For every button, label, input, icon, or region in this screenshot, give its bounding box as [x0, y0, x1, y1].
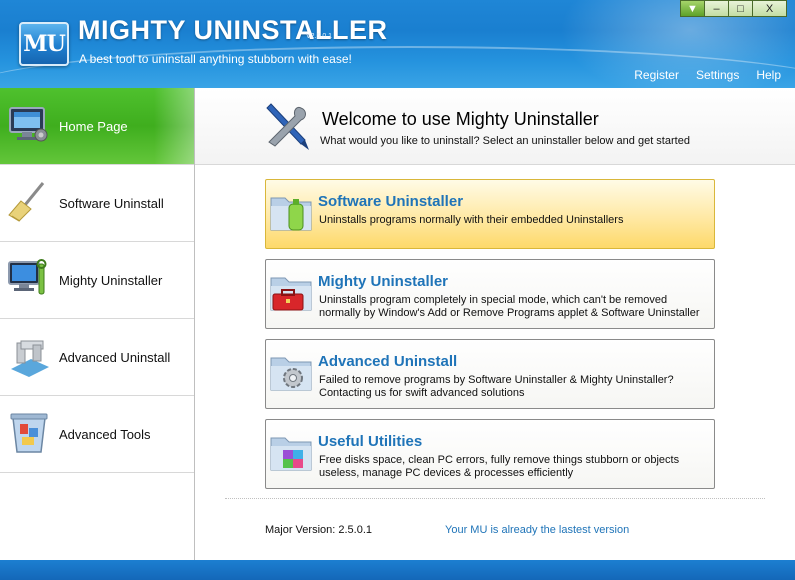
- sidebar-item-label: Advanced Tools: [59, 426, 151, 442]
- folder-gear-icon: [270, 357, 312, 391]
- register-link[interactable]: Register: [634, 68, 679, 82]
- sidebar-item-label: Mighty Uninstaller: [59, 272, 163, 288]
- sidebar-item-advanced-tools[interactable]: Advanced Tools: [0, 396, 194, 473]
- card-title: Software Uninstaller: [318, 193, 464, 210]
- card-description: Uninstalls program completely in special…: [319, 294, 700, 319]
- broom-icon: [8, 182, 45, 222]
- update-status-link[interactable]: Your MU is already the lastest version: [445, 524, 629, 536]
- app-logo: MU: [19, 22, 69, 66]
- sidebar-item-software-uninstall[interactable]: Software Uninstall: [0, 165, 194, 242]
- card-useful-utilities[interactable]: Useful Utilities Free disks space, clean…: [265, 419, 715, 489]
- close-button[interactable]: X: [752, 0, 787, 17]
- card-advanced-uninstall[interactable]: Advanced Uninstall Failed to remove prog…: [265, 339, 715, 409]
- sidebar: Home Page Software Uninstall Mighty Unin…: [0, 88, 195, 560]
- card-description: Failed to remove programs by Software Un…: [319, 374, 674, 399]
- sidebar-item-label: Advanced Uninstall: [59, 349, 171, 365]
- menu-dropdown-button[interactable]: ▼: [680, 0, 705, 17]
- sidebar-item-advanced-uninstall[interactable]: Advanced Uninstall: [0, 319, 194, 396]
- help-link[interactable]: Help: [756, 68, 781, 82]
- welcome-banner: Welcome to use Mighty Uninstaller What w…: [195, 88, 795, 165]
- welcome-subtitle: What would you like to uninstall? Select…: [320, 135, 690, 147]
- app-header: MU MIGHTY UNINSTALLER V2.5.0.1 A best to…: [0, 0, 795, 88]
- computer-wrench-icon: [8, 259, 47, 295]
- settings-link[interactable]: Settings: [696, 68, 739, 82]
- welcome-title: Welcome to use Mighty Uninstaller: [322, 109, 599, 129]
- app-tagline: A best tool to uninstall anything stubbo…: [79, 52, 352, 66]
- tools-icon: [266, 103, 309, 150]
- minimize-button[interactable]: –: [704, 0, 729, 17]
- sidebar-item-label: Home Page: [59, 118, 128, 134]
- folder-toolbox-icon: [270, 277, 312, 311]
- card-description: Uninstalls programs normally with their …: [319, 214, 624, 226]
- sidebar-item-label: Software Uninstall: [59, 195, 164, 211]
- card-description: Free disks space, clean PC errors, fully…: [319, 454, 680, 479]
- window-controls: ▼ – □ X: [680, 0, 787, 17]
- sidebar-item-mighty-uninstaller[interactable]: Mighty Uninstaller: [0, 242, 194, 319]
- card-software-uninstaller[interactable]: Software Uninstaller Uninstalls programs…: [265, 179, 715, 249]
- divider: [225, 498, 765, 499]
- card-title: Useful Utilities: [318, 433, 423, 450]
- folder-bottle-icon: [270, 197, 312, 231]
- app-title: MIGHTY UNINSTALLER: [78, 15, 388, 45]
- card-title: Mighty Uninstaller: [318, 273, 449, 290]
- card-title: Advanced Uninstall: [318, 353, 458, 370]
- sidebar-item-home-page[interactable]: Home Page: [0, 88, 194, 165]
- top-links: Register Settings Help: [634, 68, 781, 82]
- restore-button[interactable]: □: [728, 0, 753, 17]
- folder-blocks-icon: [270, 437, 312, 471]
- card-mighty-uninstaller[interactable]: Mighty Uninstaller Uninstalls program co…: [265, 259, 715, 329]
- recycle-bin-icon: [10, 413, 48, 453]
- bottom-bar: [0, 560, 795, 580]
- major-version-label: Major Version: 2.5.0.1: [265, 524, 373, 536]
- pipes-icon: [11, 340, 49, 377]
- app-version: V2.5.0.1: [306, 33, 333, 40]
- main-panel: Welcome to use Mighty Uninstaller What w…: [195, 88, 795, 560]
- home-monitor-icon: [9, 107, 48, 142]
